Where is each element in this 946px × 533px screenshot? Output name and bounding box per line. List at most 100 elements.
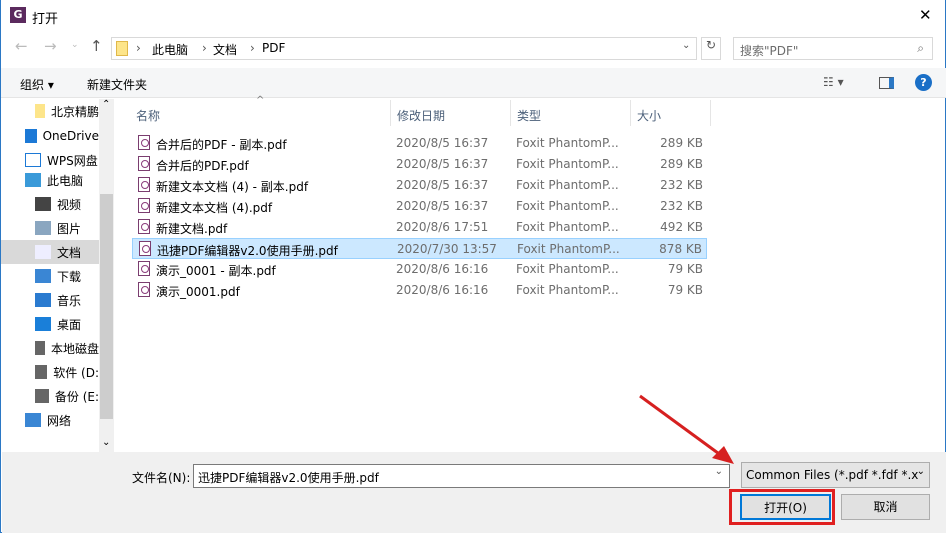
column-type[interactable]: 类型	[511, 100, 631, 126]
sidebar-item[interactable]: OneDrive	[1, 124, 99, 148]
sidebar-scrollbar[interactable]: ⌃ ⌄	[99, 99, 114, 452]
sidebar-item[interactable]: 软件 (D:	[1, 360, 99, 384]
forward-button[interactable]: →	[44, 37, 57, 55]
file-date: 2020/8/5 16:37	[396, 178, 489, 192]
app-logo-icon: G	[10, 7, 26, 23]
file-size: 289 KB	[660, 157, 703, 171]
file-size: 232 KB	[660, 199, 703, 213]
sidebar-item[interactable]: 文档	[1, 240, 99, 264]
file-type: Foxit PhantomP...	[516, 220, 619, 234]
sidebar-item[interactable]: 此电脑	[1, 168, 99, 192]
file-row[interactable]: 合并后的PDF - 副本.pdf 2020/8/5 16:37 Foxit Ph…	[132, 133, 707, 154]
file-type: Foxit PhantomP...	[516, 178, 619, 192]
sidebar-item[interactable]: 本地磁盘	[1, 336, 99, 360]
chevron-down-icon[interactable]: ⌄	[682, 40, 690, 51]
back-button[interactable]: ←	[15, 37, 28, 55]
sidebar-item-label: 音乐	[57, 293, 82, 308]
pdf-file-icon	[138, 282, 150, 297]
sidebar-item[interactable]: 北京精鹏	[1, 99, 99, 123]
up-button[interactable]: ↑	[90, 37, 103, 55]
sidebar-item[interactable]: 下载	[1, 264, 99, 288]
sidebar-item-label: 北京精鹏	[50, 104, 99, 119]
close-button[interactable]: ✕	[919, 6, 932, 24]
pdf-file-icon	[139, 241, 151, 256]
network-icon	[25, 413, 41, 427]
scrollbar-thumb[interactable]	[100, 194, 113, 419]
picture-icon	[35, 221, 51, 235]
sidebar-item[interactable]: 图片	[1, 216, 99, 240]
sidebar-item-label: 图片	[57, 221, 82, 236]
help-icon[interactable]: ?	[915, 74, 932, 91]
breadcrumb-item[interactable]: 文档	[213, 41, 237, 58]
file-date: 2020/8/6 17:51	[396, 220, 489, 234]
sidebar-item[interactable]: 备份 (E:	[1, 384, 99, 408]
title-bar: G 打开 ✕	[1, 0, 946, 32]
pdf-file-icon	[138, 135, 150, 150]
file-type: Foxit PhantomP...	[516, 199, 619, 213]
pdf-file-icon	[138, 156, 150, 171]
refresh-button[interactable]: ↻	[701, 37, 721, 60]
music-icon	[35, 293, 51, 307]
file-size: 878 KB	[659, 242, 702, 256]
pdf-file-icon	[138, 261, 150, 276]
file-row[interactable]: 合并后的PDF.pdf 2020/8/5 16:37 Foxit Phantom…	[132, 154, 707, 175]
cancel-button[interactable]: 取消	[841, 494, 930, 520]
sidebar-item-label: WPS网盘	[47, 153, 98, 168]
column-name[interactable]: 名称	[130, 100, 391, 126]
file-type: Foxit PhantomP...	[516, 262, 619, 276]
file-row[interactable]: 迅捷PDF编辑器v2.0使用手册.pdf 2020/7/30 13:57 Fox…	[132, 238, 707, 259]
recent-dropdown[interactable]: ⌄	[71, 40, 79, 50]
file-size: 79 KB	[667, 262, 703, 276]
file-date: 2020/8/5 16:37	[396, 136, 489, 150]
drive-icon	[35, 389, 49, 403]
column-size[interactable]: 大小	[631, 100, 711, 126]
folder-icon	[116, 41, 128, 56]
file-row[interactable]: 演示_0001 - 副本.pdf 2020/8/6 16:16 Foxit Ph…	[132, 259, 707, 280]
navigation-bar: ← → ⌄ ↑ › 此电脑 › 文档 › PDF ⌄ ↻ 搜索"PDF" ⌕	[1, 32, 946, 64]
pdf-file-icon	[138, 177, 150, 192]
column-date[interactable]: 修改日期	[391, 100, 511, 126]
new-folder-button[interactable]: 新建文件夹	[87, 76, 147, 93]
file-row[interactable]: 新建文本文档 (4).pdf 2020/8/5 16:37 Foxit Phan…	[132, 196, 707, 217]
view-options-icon[interactable]: ☷ ▾	[823, 75, 844, 89]
file-row[interactable]: 新建文档.pdf 2020/8/6 17:51 Foxit PhantomP..…	[132, 217, 707, 238]
drive-icon	[35, 341, 45, 355]
file-row[interactable]: 新建文本文档 (4) - 副本.pdf 2020/8/5 16:37 Foxit…	[132, 175, 707, 196]
pdf-file-icon	[138, 219, 150, 234]
breadcrumb-item[interactable]: PDF	[262, 41, 285, 55]
pdf-file-icon	[138, 198, 150, 213]
file-name: 演示_0001 - 副本.pdf	[156, 264, 276, 278]
document-icon	[35, 245, 51, 259]
organize-button[interactable]: 组织 ▾	[20, 76, 54, 93]
preview-pane-icon[interactable]	[879, 77, 894, 89]
address-bar[interactable]: › 此电脑 › 文档 › PDF ⌄	[111, 37, 697, 60]
sidebar-item[interactable]: 视频	[1, 192, 99, 216]
scroll-down-icon[interactable]: ⌄	[102, 437, 110, 448]
cloud-icon	[25, 129, 37, 143]
sidebar-item-label: 软件 (D:	[53, 365, 99, 380]
file-type-value: Common Files (*.pdf *.fdf *.x	[746, 468, 919, 482]
file-type: Foxit PhantomP...	[516, 136, 619, 150]
file-type-filter[interactable]: Common Files (*.pdf *.fdf *.x ⌄	[741, 462, 930, 488]
filename-input[interactable]: 迅捷PDF编辑器v2.0使用手册.pdf ⌄	[193, 464, 730, 488]
filename-label: 文件名(N):	[132, 471, 191, 485]
search-icon: ⌕	[917, 41, 924, 55]
scroll-up-icon[interactable]: ⌃	[102, 99, 110, 110]
file-row[interactable]: 演示_0001.pdf 2020/8/6 16:16 Foxit Phantom…	[132, 280, 707, 301]
sidebar-item[interactable]: 音乐	[1, 288, 99, 312]
file-date: 2020/8/6 16:16	[396, 283, 489, 297]
sidebar-item-label: 备份 (E:	[54, 389, 99, 404]
download-icon	[35, 269, 51, 283]
breadcrumb-item[interactable]: 此电脑	[152, 41, 188, 58]
chevron-down-icon[interactable]: ⌄	[715, 466, 723, 477]
file-type: Foxit PhantomP...	[516, 283, 619, 297]
sidebar-item-label: 网络	[47, 413, 72, 428]
search-input[interactable]: 搜索"PDF" ⌕	[733, 37, 933, 60]
file-date: 2020/8/5 16:37	[396, 199, 489, 213]
file-name: 演示_0001.pdf	[156, 285, 240, 299]
sidebar-item[interactable]: 网络	[1, 408, 99, 432]
open-button[interactable]: 打开(O)	[740, 494, 831, 520]
sidebar-item[interactable]: 桌面	[1, 312, 99, 336]
drive-icon	[35, 365, 48, 379]
chevron-down-icon: ⌄	[916, 466, 925, 477]
